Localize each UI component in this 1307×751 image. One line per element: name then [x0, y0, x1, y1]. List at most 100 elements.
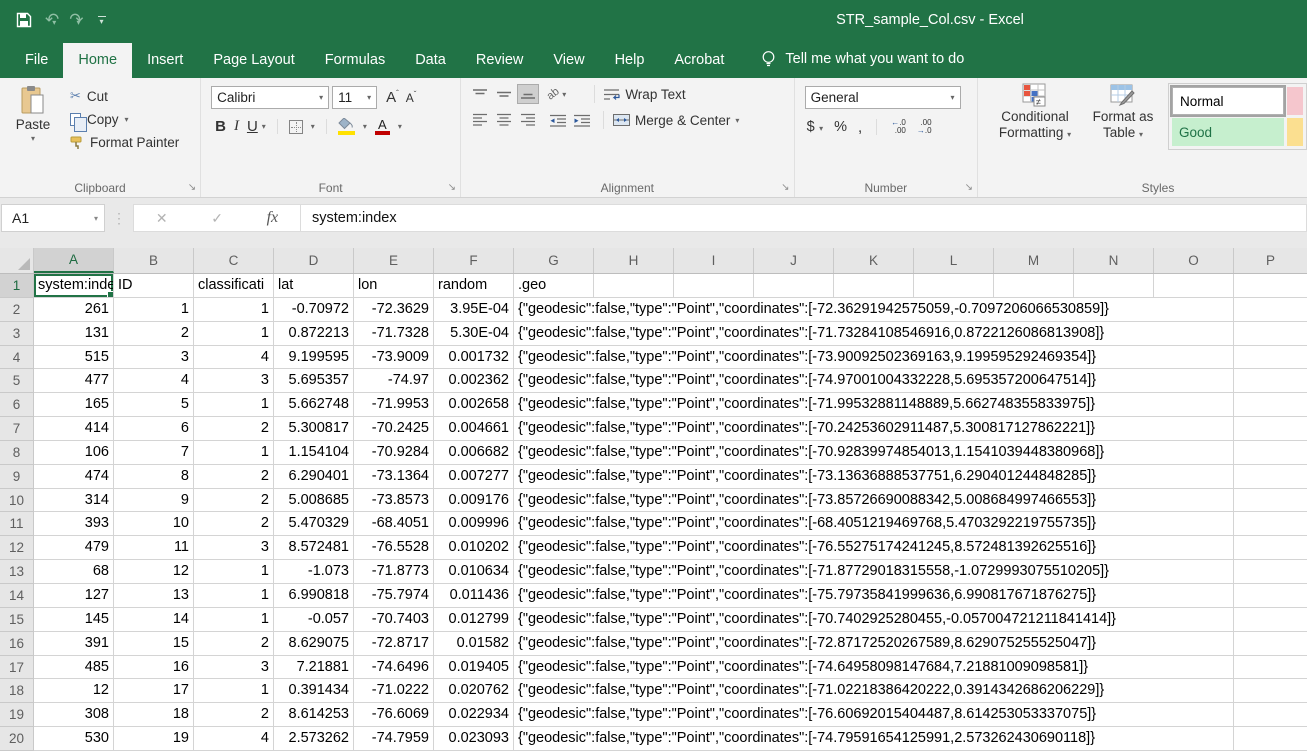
undo-button[interactable]: ↶▾	[45, 11, 56, 30]
cell-F3[interactable]: 5.30E-04	[434, 322, 514, 346]
cell-E20[interactable]: -74.7959	[354, 727, 434, 751]
conditional-formatting-dropdown-icon[interactable]: ▾	[1067, 130, 1071, 139]
cell-B14[interactable]: 13	[114, 584, 194, 608]
redo-dropdown-icon[interactable]: ▾	[77, 18, 81, 27]
cell-C16[interactable]: 2	[194, 632, 274, 656]
cell-C17[interactable]: 3	[194, 656, 274, 680]
cell-P16[interactable]	[1234, 632, 1307, 656]
cell-C10[interactable]: 2	[194, 489, 274, 513]
bottom-align-button[interactable]	[517, 84, 539, 104]
decrease-indent-button[interactable]	[547, 110, 569, 130]
tab-file[interactable]: File	[10, 43, 63, 78]
tab-review[interactable]: Review	[461, 43, 539, 78]
row-header-18[interactable]: 18	[0, 679, 34, 703]
cell-P15[interactable]	[1234, 608, 1307, 632]
font-name-dropdown-icon[interactable]: ▾	[314, 93, 323, 102]
cell-B11[interactable]: 10	[114, 512, 194, 536]
cell-E12[interactable]: -76.5528	[354, 536, 434, 560]
cell-B4[interactable]: 3	[114, 346, 194, 370]
cell-D12[interactable]: 8.572481	[274, 536, 354, 560]
increase-font-size-button[interactable]: Aˆ	[386, 89, 399, 106]
cell-style-good[interactable]: Good	[1172, 118, 1284, 146]
cell-B20[interactable]: 19	[114, 727, 194, 751]
cell-G4[interactable]: {"geodesic":false,"type":"Point","coordi…	[514, 346, 1234, 370]
cell-P2[interactable]	[1234, 298, 1307, 322]
currency-dropdown-icon[interactable]: ▾	[819, 124, 823, 133]
cell-E4[interactable]: -73.9009	[354, 346, 434, 370]
cell-P20[interactable]	[1234, 727, 1307, 751]
cell-E15[interactable]: -70.7403	[354, 608, 434, 632]
cell-F11[interactable]: 0.009996	[434, 512, 514, 536]
row-header-17[interactable]: 17	[0, 656, 34, 680]
decrease-font-size-button[interactable]: Aˇ	[406, 90, 417, 105]
cell-A12[interactable]: 479	[34, 536, 114, 560]
middle-align-button[interactable]	[493, 84, 515, 104]
italic-button[interactable]: I	[234, 118, 239, 135]
cell-G18[interactable]: {"geodesic":false,"type":"Point","coordi…	[514, 679, 1234, 703]
cell-F1[interactable]: random	[434, 274, 514, 298]
copy-dropdown-icon[interactable]: ▾	[125, 115, 129, 124]
cell-A4[interactable]: 515	[34, 346, 114, 370]
cell-F15[interactable]: 0.012799	[434, 608, 514, 632]
cell-D5[interactable]: 5.695357	[274, 369, 354, 393]
cell-E8[interactable]: -70.9284	[354, 441, 434, 465]
cell-A14[interactable]: 127	[34, 584, 114, 608]
font-dialog-launcher-icon[interactable]: ↘	[448, 183, 456, 193]
cell-E17[interactable]: -74.6496	[354, 656, 434, 680]
fill-color-dropdown-icon[interactable]: ▾	[363, 122, 367, 131]
cell-F8[interactable]: 0.006682	[434, 441, 514, 465]
cell-E16[interactable]: -72.8717	[354, 632, 434, 656]
font-size-select[interactable]: 11▾	[332, 86, 377, 109]
clipboard-dialog-launcher-icon[interactable]: ↘	[188, 183, 196, 193]
col-header-A[interactable]: A	[34, 248, 114, 273]
cell-B13[interactable]: 12	[114, 560, 194, 584]
cell-C15[interactable]: 1	[194, 608, 274, 632]
cell-P11[interactable]	[1234, 512, 1307, 536]
cell-C4[interactable]: 4	[194, 346, 274, 370]
copy-button[interactable]: Copy▾	[70, 112, 179, 127]
row-header-6[interactable]: 6	[0, 393, 34, 417]
row-header-2[interactable]: 2	[0, 298, 34, 322]
align-center-button[interactable]	[493, 110, 515, 130]
row-header-12[interactable]: 12	[0, 536, 34, 560]
number-format-dropdown-icon[interactable]: ▾	[946, 93, 955, 102]
tab-formulas[interactable]: Formulas	[310, 43, 400, 78]
cell-A19[interactable]: 308	[34, 703, 114, 727]
cell-E10[interactable]: -73.8573	[354, 489, 434, 513]
bold-button[interactable]: B	[215, 118, 226, 135]
cell-A3[interactable]: 131	[34, 322, 114, 346]
cell-C9[interactable]: 2	[194, 465, 274, 489]
cell-B15[interactable]: 14	[114, 608, 194, 632]
cell-P1[interactable]	[1234, 274, 1307, 298]
name-box-dropdown-icon[interactable]: ▾	[94, 214, 104, 223]
align-right-button[interactable]	[517, 110, 539, 130]
cell-P10[interactable]	[1234, 489, 1307, 513]
cancel-icon[interactable]: ✕	[156, 210, 168, 227]
cell-N1[interactable]	[1074, 274, 1154, 298]
cell-C11[interactable]: 2	[194, 512, 274, 536]
cell-G6[interactable]: {"geodesic":false,"type":"Point","coordi…	[514, 393, 1234, 417]
cell-E6[interactable]: -71.9953	[354, 393, 434, 417]
cell-C1[interactable]: classificati	[194, 274, 274, 298]
cell-D10[interactable]: 5.008685	[274, 489, 354, 513]
cell-P3[interactable]	[1234, 322, 1307, 346]
merge-center-dropdown-icon[interactable]: ▾	[735, 116, 739, 125]
cell-B18[interactable]: 17	[114, 679, 194, 703]
cell-D8[interactable]: 1.154104	[274, 441, 354, 465]
cell-G20[interactable]: {"geodesic":false,"type":"Point","coordi…	[514, 727, 1234, 751]
cell-F2[interactable]: 3.95E-04	[434, 298, 514, 322]
cell-C19[interactable]: 2	[194, 703, 274, 727]
number-dialog-launcher-icon[interactable]: ↘	[965, 183, 973, 193]
row-header-20[interactable]: 20	[0, 727, 34, 751]
row-header-10[interactable]: 10	[0, 489, 34, 513]
cell-F7[interactable]: 0.004661	[434, 417, 514, 441]
font-name-select[interactable]: Calibri▾	[211, 86, 329, 109]
cell-D20[interactable]: 2.573262	[274, 727, 354, 751]
conditional-formatting-button[interactable]: ≠ Conditional Formatting ▾	[988, 83, 1082, 143]
cell-L1[interactable]	[914, 274, 994, 298]
cell-G10[interactable]: {"geodesic":false,"type":"Point","coordi…	[514, 489, 1234, 513]
redo-button[interactable]: ↷▾	[69, 11, 80, 30]
cell-A16[interactable]: 391	[34, 632, 114, 656]
cell-C3[interactable]: 1	[194, 322, 274, 346]
save-icon[interactable]	[16, 12, 32, 28]
